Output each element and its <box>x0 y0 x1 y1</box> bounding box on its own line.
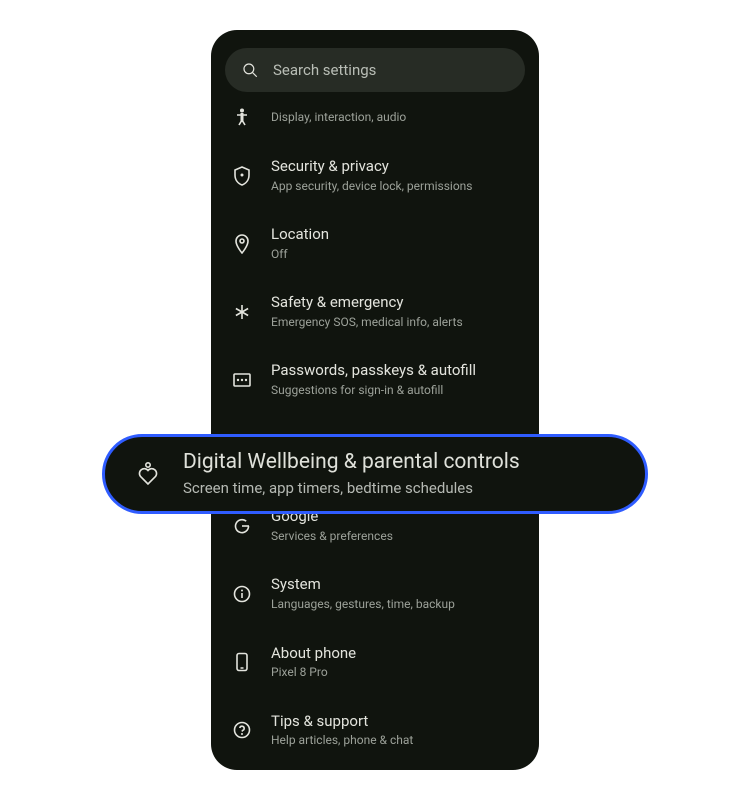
item-title: System <box>271 575 519 595</box>
search-icon <box>241 61 259 79</box>
settings-list: Display, interaction, audio Security & p… <box>211 96 539 764</box>
info-icon <box>233 585 251 603</box>
help-icon <box>233 721 251 739</box>
settings-item-security[interactable]: Security & privacy App security, device l… <box>211 141 539 209</box>
google-icon <box>233 517 251 535</box>
settings-item-about[interactable]: About phonePixel 8 Pro <box>211 628 539 696</box>
settings-item-system[interactable]: System Languages, gestures, time, backup <box>211 559 539 627</box>
highlight-sub: Screen time, app timers, bedtime schedul… <box>183 479 615 499</box>
item-sub: Off <box>271 247 519 263</box>
key-icon <box>232 371 252 389</box>
item-sub: Languages, gestures, time, backup <box>271 597 519 613</box>
phone-icon <box>235 652 249 672</box>
settings-item-accessibility[interactable]: Display, interaction, audio <box>211 102 539 141</box>
phone-frame: Search settings Display, interaction, au… <box>211 30 539 770</box>
item-sub: App security, device lock, permissions <box>271 179 519 195</box>
accessibility-icon <box>234 108 250 126</box>
item-sub: Services & preferences <box>271 529 519 545</box>
settings-item-tips[interactable]: Tips & supportHelp articles, phone & cha… <box>211 696 539 764</box>
item-title: About phone <box>271 644 519 664</box>
item-sub: Display, interaction, audio <box>271 110 519 126</box>
settings-item-location[interactable]: Location Off <box>211 209 539 277</box>
item-sub: Pixel 8 Pro <box>271 665 519 681</box>
wellbeing-icon <box>136 461 160 487</box>
item-sub: Suggestions for sign-in & autofill <box>271 383 519 399</box>
item-title: Location <box>271 225 519 245</box>
item-sub: Emergency SOS, medical info, alerts <box>271 315 519 331</box>
item-title: Passwords, passkeys & autofill <box>271 361 519 381</box>
settings-item-passwords[interactable]: Passwords, passkeys & autofill Suggestion… <box>211 345 539 413</box>
search-placeholder: Search settings <box>273 61 376 79</box>
item-title: Security & privacy <box>271 157 519 177</box>
settings-item-safety[interactable]: Safety & emergency Emergency SOS, medical… <box>211 277 539 345</box>
shield-icon <box>233 166 251 186</box>
item-title: Tips & support <box>271 712 519 732</box>
asterisk-icon <box>233 303 251 321</box>
search-settings-bar[interactable]: Search settings <box>225 48 525 92</box>
pin-icon <box>234 234 250 254</box>
settings-item-wellbeing-highlighted[interactable]: Digital Wellbeing & parental controls Sc… <box>102 434 648 514</box>
item-title: Safety & emergency <box>271 293 519 313</box>
item-sub: Help articles, phone & chat <box>271 733 519 749</box>
highlight-title: Digital Wellbeing & parental controls <box>183 449 615 476</box>
